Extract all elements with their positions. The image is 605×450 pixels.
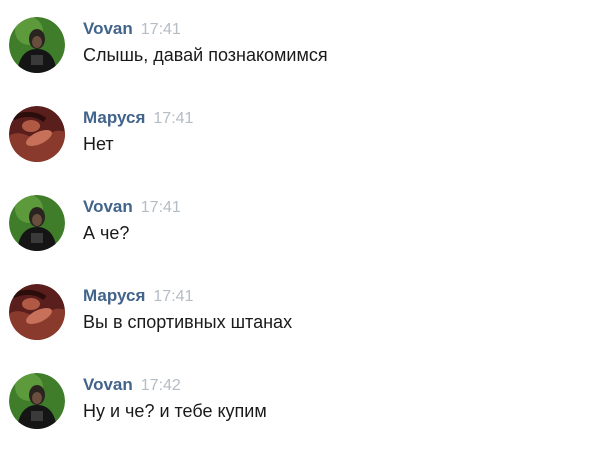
message-text: Ну и че? и тебе купим — [83, 401, 267, 421]
message-text: Слышь, давай познакомимся — [83, 45, 328, 65]
vovan-avatar[interactable] — [9, 373, 65, 429]
chat-message: Маруся 17:41 Нет — [0, 106, 605, 186]
author-name[interactable]: Маруся — [83, 286, 145, 305]
message-time: 17:41 — [140, 199, 181, 216]
author-name[interactable]: Vovan — [83, 197, 133, 216]
chat-history: Vovan 17:41 Слышь, давай познакомимся Мар… — [0, 0, 605, 450]
vovan-avatar[interactable] — [9, 17, 65, 73]
author-name[interactable]: Маруся — [83, 108, 145, 127]
chat-message: Vovan 17:41 А че? — [0, 195, 605, 275]
message-time: 17:41 — [153, 288, 194, 305]
message-time: 17:41 — [153, 110, 194, 127]
author-name[interactable]: Vovan — [83, 19, 133, 38]
message-text: Вы в спортивных штанах — [83, 312, 293, 332]
chat-message: Маруся 17:41 Вы в спортивных штанах — [0, 284, 605, 364]
message-text: А че? — [83, 223, 130, 243]
chat-message: Vovan 17:41 Слышь, давай познакомимся — [0, 17, 605, 97]
marusya-avatar[interactable] — [9, 106, 65, 162]
vovan-avatar[interactable] — [9, 195, 65, 251]
message-text: Нет — [83, 134, 114, 154]
message-time: 17:42 — [140, 377, 181, 394]
author-name[interactable]: Vovan — [83, 375, 133, 394]
message-time: 17:41 — [140, 21, 181, 38]
marusya-avatar[interactable] — [9, 284, 65, 340]
chat-message: Vovan 17:42 Ну и че? и тебе купим — [0, 373, 605, 450]
